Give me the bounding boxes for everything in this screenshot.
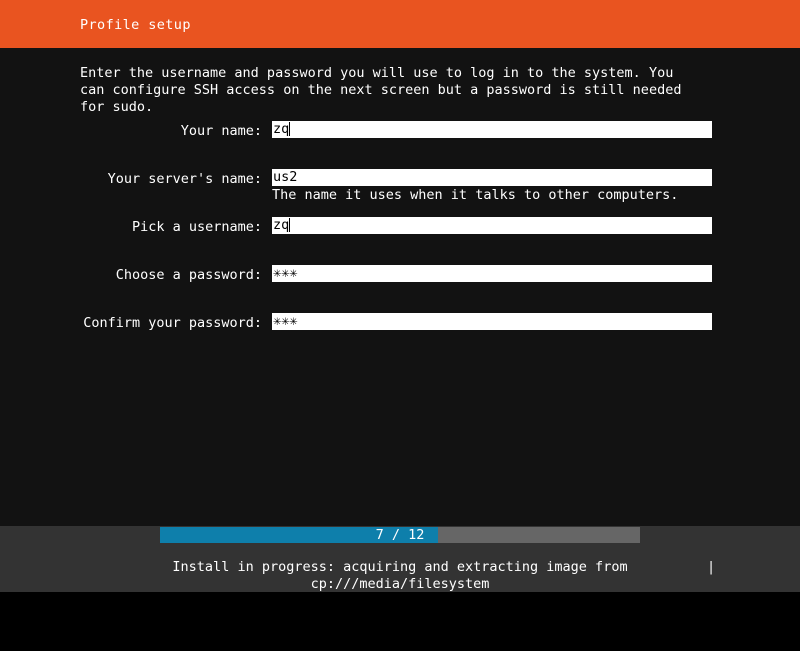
input-username[interactable]: zq: [272, 217, 712, 234]
footer-bar: 7 / 12 Install in progress: acquiring an…: [0, 526, 800, 592]
input-confirm-password[interactable]: ✳✳✳: [272, 313, 712, 330]
progress-bar: 7 / 12: [160, 527, 640, 543]
intro-text: Enter the username and password you will…: [80, 65, 690, 115]
field-row-confirm-password: Confirm your password: ✳✳✳: [0, 313, 800, 361]
progress-bar-label: 7 / 12: [375, 527, 425, 543]
input-server-name[interactable]: us2: [272, 169, 712, 186]
help-server-name: The name it uses when it talks to other …: [272, 187, 679, 203]
field-row-username: Pick a username: zq: [0, 217, 800, 265]
field-row-your-name: Your name: zq: [0, 121, 800, 169]
label-password: Choose a password:: [115, 267, 262, 283]
main-content: Enter the username and password you will…: [0, 48, 800, 561]
page-title: Profile setup: [80, 17, 191, 33]
field-row-server-name: Your server's name: us2 The name it uses…: [0, 169, 800, 217]
input-your-name-value: zq: [273, 121, 290, 137]
label-username: Pick a username:: [131, 219, 262, 235]
text-cursor: [289, 218, 291, 232]
label-your-name: Your name:: [180, 123, 262, 139]
status-message-line2: cp:///media/filesystem: [310, 576, 490, 592]
label-confirm-password: Confirm your password:: [83, 315, 262, 331]
profile-form: Your name: zq Your server's name: us2 Th…: [0, 121, 800, 361]
input-password-value: ✳✳✳: [273, 265, 298, 281]
input-password[interactable]: ✳✳✳: [272, 265, 712, 282]
spinner-icon: |: [707, 559, 716, 575]
text-cursor: [289, 122, 291, 136]
installer-screen: Profile setup Enter the username and pas…: [0, 0, 800, 600]
header-bar: Profile setup: [0, 0, 800, 48]
input-confirm-password-value: ✳✳✳: [273, 313, 298, 329]
status-message-line1: Install in progress: acquiring and extra…: [172, 559, 628, 575]
input-username-value: zq: [273, 217, 290, 233]
label-server-name: Your server's name:: [107, 171, 262, 187]
input-server-name-value: us2: [273, 169, 298, 185]
bottom-edge: [0, 592, 800, 600]
input-your-name[interactable]: zq: [272, 121, 712, 138]
field-row-password: Choose a password: ✳✳✳: [0, 265, 800, 313]
